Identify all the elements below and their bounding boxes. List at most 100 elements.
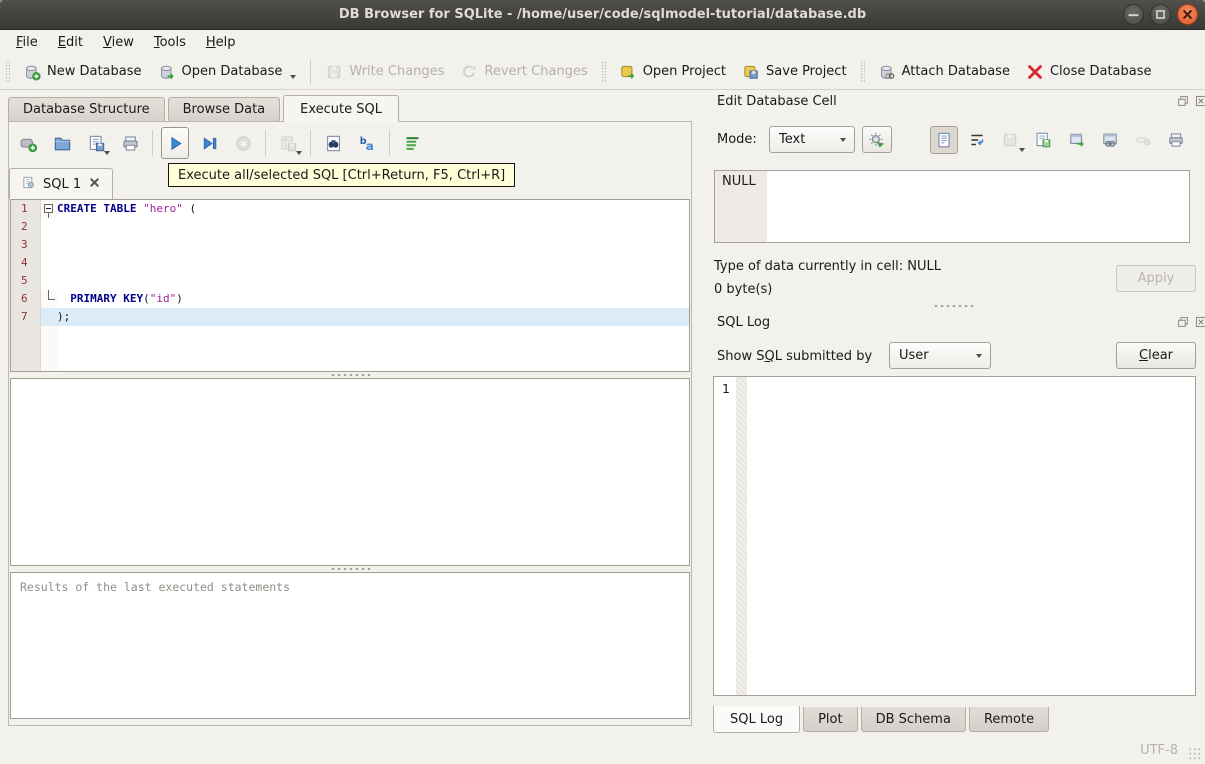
close-database-button-label: Close Database bbox=[1049, 64, 1152, 79]
copy-link-button[interactable] bbox=[1096, 126, 1124, 154]
write-changes-icon bbox=[325, 63, 343, 81]
tab-execute-sql[interactable]: Execute SQL bbox=[283, 95, 400, 122]
menu-view[interactable]: View bbox=[93, 32, 144, 53]
fold-margin bbox=[41, 308, 57, 326]
cell-editor[interactable]: NULL bbox=[714, 170, 1190, 243]
float-button[interactable] bbox=[1176, 315, 1190, 329]
tab-plot[interactable]: Plot bbox=[803, 707, 858, 732]
main-tab-bar: Database Structure Browse Data Execute SQL bbox=[8, 95, 402, 122]
code-line[interactable]: 2 "id" INTEGER, bbox=[11, 218, 689, 236]
print-sql-button[interactable] bbox=[116, 127, 144, 159]
execute-line-button[interactable] bbox=[195, 127, 223, 159]
toggle-comment-button[interactable] bbox=[398, 127, 426, 159]
code-line[interactable]: 5 "age" INTEGER, bbox=[11, 272, 689, 290]
close-database-button[interactable]: Close Database bbox=[1018, 59, 1160, 85]
resize-grip[interactable] bbox=[1188, 747, 1202, 761]
auto-mode-button[interactable] bbox=[862, 126, 892, 153]
tab-db-schema[interactable]: DB Schema bbox=[860, 707, 966, 732]
revert-changes-button[interactable]: Revert Changes bbox=[452, 59, 595, 85]
code-line[interactable]: 1 CREATE TABLE "hero" ( bbox=[11, 200, 689, 218]
close-button[interactable] bbox=[1194, 94, 1205, 108]
toolbar-separator bbox=[389, 130, 390, 156]
execute-all-button[interactable] bbox=[161, 127, 189, 159]
revert-changes-button-label: Revert Changes bbox=[484, 64, 588, 79]
attach-database-button[interactable]: Attach Database bbox=[870, 59, 1018, 85]
revert-changes-icon bbox=[460, 63, 478, 81]
new-database-button[interactable]: New Database bbox=[15, 59, 150, 85]
code-text: CREATE TABLE "hero" ( bbox=[57, 202, 197, 215]
toolbar-grip[interactable] bbox=[5, 60, 10, 83]
code-line[interactable]: 7); bbox=[11, 308, 689, 326]
sql-tab-doc-icon bbox=[21, 175, 36, 194]
tab-remote[interactable]: Remote bbox=[968, 707, 1050, 732]
title-bar[interactable]: DB Browser for SQLite - /home/user/code/… bbox=[0, 0, 1205, 30]
print-cell-button[interactable] bbox=[1162, 126, 1190, 154]
write-changes-button[interactable]: Write Changes bbox=[317, 59, 452, 85]
fold-margin bbox=[41, 326, 57, 371]
clear-log-button[interactable]: Clear bbox=[1116, 342, 1196, 369]
save-project-button[interactable]: Save Project bbox=[734, 59, 855, 85]
export-data-button[interactable] bbox=[1029, 126, 1057, 154]
log-margin bbox=[736, 377, 747, 695]
close-button[interactable] bbox=[1194, 315, 1205, 329]
editor-lower-pane[interactable] bbox=[10, 378, 690, 566]
code-line[interactable]: 6 PRIMARY KEY("id") bbox=[11, 290, 689, 308]
word-wrap-button[interactable] bbox=[963, 126, 991, 154]
save-results-button[interactable] bbox=[274, 127, 302, 159]
menu-file[interactable]: File bbox=[6, 32, 48, 53]
new-tab-icon bbox=[19, 134, 38, 153]
open-in-external-button[interactable] bbox=[1063, 126, 1091, 154]
sql-code-editor[interactable]: 1 CREATE TABLE "hero" (2 "id" INTEGER,3 "… bbox=[10, 199, 690, 372]
maximize-button[interactable] bbox=[1150, 4, 1171, 25]
open-sql-file-button[interactable] bbox=[48, 127, 76, 159]
line-number: 2 bbox=[11, 218, 41, 236]
tab-database-structure[interactable]: Database Structure bbox=[8, 97, 165, 121]
gear-arrow-icon bbox=[868, 131, 886, 149]
log-dock-title: SQL Log bbox=[717, 315, 771, 330]
set-null-button[interactable] bbox=[1129, 126, 1157, 154]
tab-browse-data[interactable]: Browse Data bbox=[167, 97, 281, 121]
tab-sql-log-label: SQL Log bbox=[730, 711, 784, 727]
save-sql-file-button[interactable] bbox=[82, 127, 110, 159]
sql-tab-close-icon[interactable] bbox=[88, 176, 101, 193]
open-project-button[interactable]: Open Project bbox=[611, 59, 734, 85]
menu-tools[interactable]: Tools bbox=[144, 32, 196, 53]
app-window: DB Browser for SQLite - /home/user/code/… bbox=[0, 0, 1205, 764]
format-sql-button[interactable]: ba bbox=[353, 127, 381, 159]
tab-sql-log[interactable]: SQL Log bbox=[713, 706, 801, 733]
menu-help[interactable]: Help bbox=[196, 32, 246, 53]
mode-select[interactable]: Text bbox=[769, 126, 855, 153]
fold-collapse-icon[interactable] bbox=[44, 204, 53, 213]
code-line[interactable]: 4 "secret_name" TEXT NOT NULL, bbox=[11, 254, 689, 272]
sql-tab-label: SQL 1 bbox=[43, 176, 82, 192]
line-number: 3 bbox=[11, 236, 41, 254]
save-project-button-label: Save Project bbox=[766, 64, 847, 79]
menu-edit[interactable]: Edit bbox=[48, 32, 93, 53]
text-mode-button[interactable] bbox=[930, 126, 958, 154]
toolbar-grip[interactable] bbox=[859, 60, 865, 83]
stop-execution-button[interactable] bbox=[229, 127, 257, 159]
toolbar-grip[interactable] bbox=[600, 60, 606, 83]
log-dock-buttons bbox=[1176, 315, 1205, 329]
sql-file-tab[interactable]: SQL 1 bbox=[9, 168, 114, 199]
cell-editor-area[interactable] bbox=[767, 171, 1189, 242]
sql-log-view[interactable]: 1 bbox=[713, 376, 1196, 696]
results-pane[interactable]: Results of the last executed statements bbox=[10, 572, 690, 719]
open-sql-tab-button[interactable] bbox=[14, 127, 42, 159]
open-database-button[interactable]: Open Database bbox=[150, 59, 305, 85]
minimize-button[interactable] bbox=[1123, 4, 1144, 25]
chevron-down-icon bbox=[1019, 148, 1026, 152]
float-button[interactable] bbox=[1176, 94, 1190, 108]
dock-splitter-handle[interactable] bbox=[933, 304, 975, 309]
find-replace-button[interactable] bbox=[319, 127, 347, 159]
find-icon bbox=[324, 134, 343, 153]
import-data-button[interactable] bbox=[996, 126, 1026, 154]
code-line[interactable]: 3 "name" TEXT NOT NULL, bbox=[11, 236, 689, 254]
log-filter-select[interactable]: User bbox=[889, 342, 991, 369]
apply-button[interactable]: Apply bbox=[1116, 265, 1196, 292]
cell-value: NULL bbox=[715, 171, 767, 242]
tab-database-structure-label: Database Structure bbox=[23, 102, 150, 117]
indent-icon bbox=[403, 134, 422, 153]
close-button[interactable] bbox=[1177, 4, 1198, 25]
fold-margin[interactable] bbox=[41, 200, 57, 218]
